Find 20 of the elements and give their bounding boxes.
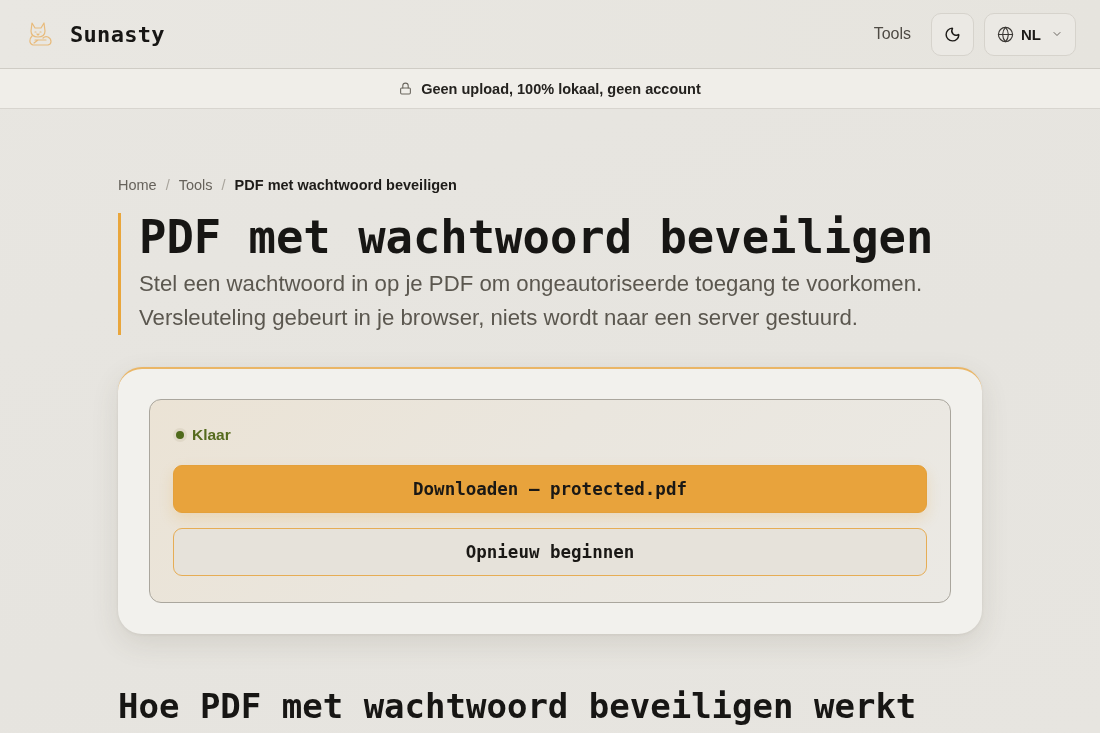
site-logo-text[interactable]: Sunasty	[70, 21, 165, 47]
nav-link[interactable]: Tools	[873, 25, 911, 43]
status-label: Klaar	[192, 426, 231, 444]
breadcrumb-separator: /	[165, 177, 170, 193]
download-button[interactable]: Downloaden — protected.pdf	[173, 465, 927, 513]
lock-icon	[399, 82, 413, 95]
globe-icon	[997, 25, 1014, 43]
cat-logo-icon	[26, 20, 54, 48]
theme-toggle-button[interactable]	[931, 12, 974, 56]
breadcrumb-current[interactable]: PDF met wachtwoord beveiligen	[234, 177, 457, 193]
page-title: PDF met wachtwoord beveiligen	[139, 213, 935, 263]
breadcrumb-link[interactable]: Tools	[178, 177, 213, 193]
moon-icon	[944, 25, 961, 43]
language-dropdown[interactable]: NL	[984, 12, 1076, 56]
restart-button[interactable]: Opnieuw beginnen	[173, 528, 927, 576]
section-heading: Hoe PDF met wachtwoord beveiligen werkt	[118, 686, 918, 726]
page-description: Stel een wachtwoord in op je PDF om ongeautoriseerde toegang te voorkomen. Versleuteling gebeurt in je browser, niets wordt naar een server gestuurd.	[139, 270, 924, 332]
breadcrumb-separator: /	[221, 177, 226, 193]
breadcrumb-link[interactable]: Home	[118, 177, 157, 193]
banner-text: Geen upload, 100% lokaal, geen account	[421, 80, 701, 97]
